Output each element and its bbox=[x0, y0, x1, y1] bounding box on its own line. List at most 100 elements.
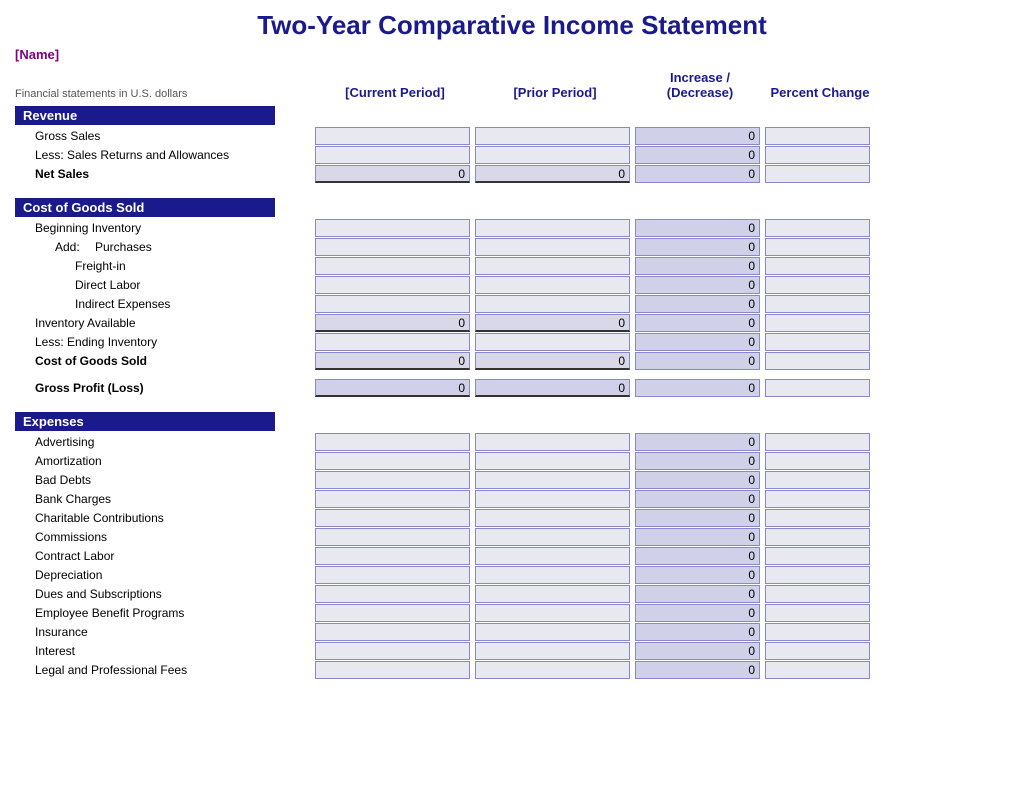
commissions-label: Commissions bbox=[15, 530, 315, 544]
ending-inventory-row: Less: Ending Inventory 0 bbox=[15, 333, 1009, 351]
gross-profit-current[interactable]: 0 bbox=[315, 379, 470, 397]
interest-current[interactable] bbox=[315, 642, 470, 660]
direct-labor-pct bbox=[765, 276, 870, 294]
advertising-current[interactable] bbox=[315, 433, 470, 451]
beginning-inventory-current[interactable] bbox=[315, 219, 470, 237]
cogs-total-inc: 0 bbox=[635, 352, 760, 370]
freight-prior[interactable] bbox=[475, 257, 630, 275]
gross-sales-label: Gross Sales bbox=[15, 129, 315, 143]
depreciation-current[interactable] bbox=[315, 566, 470, 584]
sales-returns-pct bbox=[765, 146, 870, 164]
purchases-current[interactable] bbox=[315, 238, 470, 256]
insurance-pct bbox=[765, 623, 870, 641]
dues-subscriptions-current[interactable] bbox=[315, 585, 470, 603]
gross-sales-current[interactable] bbox=[315, 127, 470, 145]
net-sales-current[interactable]: 0 bbox=[315, 165, 470, 183]
sales-returns-current[interactable] bbox=[315, 146, 470, 164]
purchases-row: Add:Purchases 0 bbox=[15, 238, 1009, 256]
bank-charges-pct bbox=[765, 490, 870, 508]
legal-fees-label: Legal and Professional Fees bbox=[15, 663, 315, 677]
contract-labor-prior[interactable] bbox=[475, 547, 630, 565]
dues-subscriptions-prior[interactable] bbox=[475, 585, 630, 603]
charitable-contributions-current[interactable] bbox=[315, 509, 470, 527]
direct-labor-prior[interactable] bbox=[475, 276, 630, 294]
depreciation-prior[interactable] bbox=[475, 566, 630, 584]
employee-benefit-prior[interactable] bbox=[475, 604, 630, 622]
prior-period-header: [Prior Period] bbox=[475, 85, 635, 100]
cogs-total-pct bbox=[765, 352, 870, 370]
dues-subscriptions-pct bbox=[765, 585, 870, 603]
inventory-available-current[interactable]: 0 bbox=[315, 314, 470, 332]
ending-inventory-prior[interactable] bbox=[475, 333, 630, 351]
inventory-available-inc: 0 bbox=[635, 314, 760, 332]
purchases-prior[interactable] bbox=[475, 238, 630, 256]
interest-row: Interest 0 bbox=[15, 642, 1009, 660]
contract-labor-row: Contract Labor 0 bbox=[15, 547, 1009, 565]
commissions-current[interactable] bbox=[315, 528, 470, 546]
sales-returns-inc: 0 bbox=[635, 146, 760, 164]
charitable-contributions-prior[interactable] bbox=[475, 509, 630, 527]
legal-fees-inc: 0 bbox=[635, 661, 760, 679]
expenses-section-header: Expenses bbox=[15, 412, 1009, 431]
sales-returns-row: Less: Sales Returns and Allowances 0 bbox=[15, 146, 1009, 164]
bad-debts-prior[interactable] bbox=[475, 471, 630, 489]
ending-inventory-label: Less: Ending Inventory bbox=[15, 335, 315, 349]
insurance-prior[interactable] bbox=[475, 623, 630, 641]
page-title: Two-Year Comparative Income Statement bbox=[15, 10, 1009, 41]
bank-charges-prior[interactable] bbox=[475, 490, 630, 508]
gross-profit-prior[interactable]: 0 bbox=[475, 379, 630, 397]
beginning-inventory-row: Beginning Inventory 0 bbox=[15, 219, 1009, 237]
current-period-header: [Current Period] bbox=[315, 85, 475, 100]
ending-inventory-inc: 0 bbox=[635, 333, 760, 351]
amortization-prior[interactable] bbox=[475, 452, 630, 470]
indirect-expenses-current[interactable] bbox=[315, 295, 470, 313]
advertising-label: Advertising bbox=[15, 435, 315, 449]
cogs-total-prior[interactable]: 0 bbox=[475, 352, 630, 370]
interest-prior[interactable] bbox=[475, 642, 630, 660]
employee-benefit-label: Employee Benefit Programs bbox=[15, 606, 315, 620]
net-sales-prior[interactable]: 0 bbox=[475, 165, 630, 183]
gross-sales-inc: 0 bbox=[635, 127, 760, 145]
gross-sales-row: Gross Sales 0 bbox=[15, 127, 1009, 145]
freight-label: Freight-in bbox=[15, 259, 315, 273]
contract-labor-current[interactable] bbox=[315, 547, 470, 565]
direct-labor-current[interactable] bbox=[315, 276, 470, 294]
direct-labor-row: Direct Labor 0 bbox=[15, 276, 1009, 294]
inventory-available-label: Inventory Available bbox=[15, 316, 315, 330]
contract-labor-inc: 0 bbox=[635, 547, 760, 565]
legal-fees-prior[interactable] bbox=[475, 661, 630, 679]
beginning-inventory-label: Beginning Inventory bbox=[15, 221, 315, 235]
advertising-prior[interactable] bbox=[475, 433, 630, 451]
bank-charges-label: Bank Charges bbox=[15, 492, 315, 506]
gross-profit-inc: 0 bbox=[635, 379, 760, 397]
amortization-inc: 0 bbox=[635, 452, 760, 470]
commissions-pct bbox=[765, 528, 870, 546]
subtitle: Financial statements in U.S. dollars bbox=[15, 88, 315, 100]
inventory-available-prior[interactable]: 0 bbox=[475, 314, 630, 332]
sales-returns-prior[interactable] bbox=[475, 146, 630, 164]
commissions-inc: 0 bbox=[635, 528, 760, 546]
interest-label: Interest bbox=[15, 644, 315, 658]
indirect-expenses-prior[interactable] bbox=[475, 295, 630, 313]
bank-charges-row: Bank Charges 0 bbox=[15, 490, 1009, 508]
commissions-prior[interactable] bbox=[475, 528, 630, 546]
freight-pct bbox=[765, 257, 870, 275]
freight-row: Freight-in 0 bbox=[15, 257, 1009, 275]
beginning-inventory-prior[interactable] bbox=[475, 219, 630, 237]
amortization-label: Amortization bbox=[15, 454, 315, 468]
cogs-section-header: Cost of Goods Sold bbox=[15, 198, 1009, 217]
insurance-label: Insurance bbox=[15, 625, 315, 639]
gross-sales-prior[interactable] bbox=[475, 127, 630, 145]
insurance-current[interactable] bbox=[315, 623, 470, 641]
purchases-inc: 0 bbox=[635, 238, 760, 256]
legal-fees-current[interactable] bbox=[315, 661, 470, 679]
bank-charges-current[interactable] bbox=[315, 490, 470, 508]
employee-benefit-current[interactable] bbox=[315, 604, 470, 622]
cogs-total-current[interactable]: 0 bbox=[315, 352, 470, 370]
freight-current[interactable] bbox=[315, 257, 470, 275]
amortization-current[interactable] bbox=[315, 452, 470, 470]
ending-inventory-current[interactable] bbox=[315, 333, 470, 351]
purchases-label: Add:Purchases bbox=[15, 240, 315, 254]
bad-debts-current[interactable] bbox=[315, 471, 470, 489]
insurance-row: Insurance 0 bbox=[15, 623, 1009, 641]
